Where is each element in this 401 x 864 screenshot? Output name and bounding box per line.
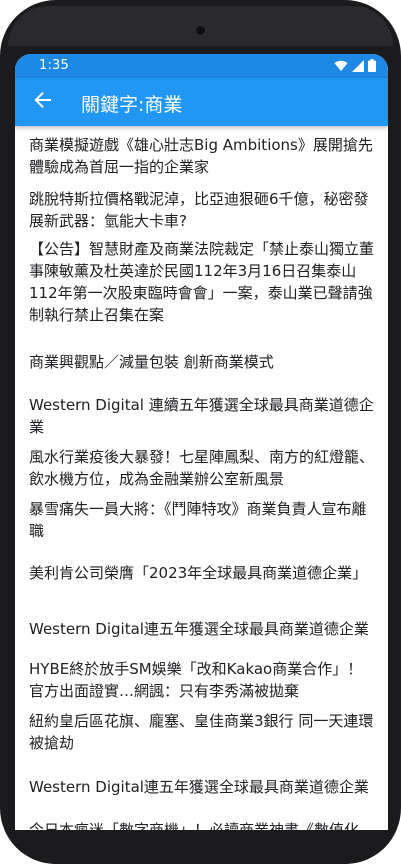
battery-icon — [368, 59, 376, 72]
article-list[interactable]: 商業模擬遊戲《雄心壯志Big Ambitions》展開搶先體驗成為首屈一指的企業… — [15, 126, 388, 830]
arrow-back-icon — [34, 91, 52, 113]
list-item[interactable]: 今日本瘋迷「數字商機」！必讀商業神書《數值化 — [29, 819, 375, 830]
list-item[interactable]: Western Digital 連續五年獲選全球最具商業道德企業 — [29, 394, 375, 438]
status-icons — [334, 59, 376, 72]
phone-frame: 1:35 關鍵字:商業 商業模擬遊戲《雄心壯志Big Ambitions》展開搶… — [0, 0, 401, 864]
list-item[interactable]: 紐約皇后區花旗、龐塞、皇佳商業3銀行 同一天連環被搶劫 — [29, 710, 375, 754]
back-button[interactable] — [23, 82, 63, 122]
list-item[interactable]: 暴雪痛失一員大將：《鬥陣特攻》商業負責人宣布離職 — [29, 498, 375, 542]
app-bar: 關鍵字:商業 — [15, 78, 388, 126]
list-item[interactable]: Western Digital連五年獲選全球最具商業道德企業 — [29, 618, 375, 640]
list-item[interactable]: 【公告】智慧財產及商業法院裁定「禁止泰山獨立董事陳敏薰及杜英達於民國112年3月… — [29, 238, 375, 326]
status-time: 1:35 — [39, 58, 69, 73]
status-bar: 1:35 — [15, 54, 388, 78]
cellular-signal-icon — [352, 59, 364, 72]
list-item[interactable]: 風水行業疫後大暴發！七星陣鳳梨、南方的紅燈籠、飲水機方位，成為金融業辦公室新風景 — [29, 446, 375, 490]
front-camera — [194, 24, 207, 37]
list-item[interactable]: 商業興觀點／減量包裝 創新商業模式 — [29, 351, 375, 373]
list-item[interactable]: 美利肯公司榮膺「2023年全球最具商業道德企業」 — [29, 562, 375, 584]
list-item[interactable]: Western Digital連五年獲選全球最具商業道德企業 — [29, 776, 375, 798]
list-item[interactable]: 商業模擬遊戲《雄心壯志Big Ambitions》展開搶先體驗成為首屈一指的企業… — [29, 134, 375, 178]
phone-chin — [0, 830, 401, 864]
list-item[interactable]: HYBE終於放手SM娛樂「改和Kakao商業合作」！官方出面證實…網諷：只有李秀… — [29, 658, 375, 702]
screen: 1:35 關鍵字:商業 商業模擬遊戲《雄心壯志Big Ambitions》展開搶… — [15, 54, 388, 830]
page-title: 關鍵字:商業 — [81, 94, 183, 116]
wifi-icon — [334, 60, 348, 72]
list-item[interactable]: 跳脫特斯拉價格戰泥淖，比亞迪狠砸6千億，秘密發展新武器：氫能大卡車? — [29, 188, 375, 232]
